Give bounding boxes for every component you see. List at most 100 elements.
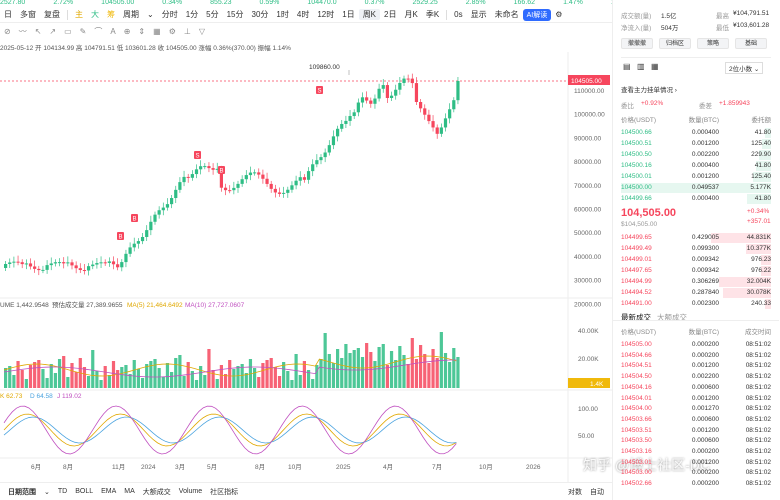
tab-interval[interactable]: 15分 <box>223 9 248 20</box>
toolbar-item[interactable]: 日 <box>0 9 16 20</box>
bid-row-cell: 0.009342 <box>691 267 719 274</box>
scale-option[interactable]: 自动 <box>590 487 604 497</box>
toolbar-item[interactable]: 多窗 <box>16 9 40 20</box>
bid-row-cell: 0.002300 <box>691 300 719 307</box>
tab-interval[interactable]: 分时 <box>158 9 182 20</box>
indicator-item[interactable]: 日期范围 <box>8 487 36 497</box>
panel-button[interactable]: 策略 <box>697 38 729 49</box>
indicator-item[interactable]: 大额成交 <box>143 487 171 497</box>
settings-icon[interactable]: ⚙ <box>551 10 566 19</box>
candle-body <box>439 127 443 134</box>
drawing-tool-icon[interactable]: ▦ <box>153 27 161 36</box>
indicator-item[interactable]: MA <box>124 488 135 495</box>
scale-option[interactable]: 对数 <box>568 487 582 497</box>
candle-body <box>49 263 53 266</box>
toolbar-item[interactable]: 复盘 <box>40 9 64 20</box>
trade-row-cell: 104503.51 <box>621 426 652 434</box>
drawing-tool-icon[interactable]: ⌒ <box>94 26 102 37</box>
indicator-item[interactable]: TD <box>58 488 67 495</box>
volume-bar <box>20 370 24 388</box>
tab-interval[interactable]: 12时 <box>313 9 338 20</box>
volume-bar <box>157 368 161 388</box>
candle-body <box>41 269 45 271</box>
candle-body <box>91 264 95 267</box>
ask-row-cell: 41.80 <box>754 162 771 169</box>
marker-toggle[interactable]: 筹 <box>103 9 119 20</box>
tab-interval[interactable]: 5分 <box>202 9 222 20</box>
bid-row-cell: 104499.01 <box>621 256 652 263</box>
candle-body <box>24 263 28 265</box>
tab-interval[interactable]: 1分 <box>182 9 202 20</box>
drawing-tool-icon[interactable]: 〰 <box>19 26 27 37</box>
toolbar-option[interactable]: 显示 <box>467 9 491 20</box>
tab-interval[interactable]: 月K <box>400 9 421 20</box>
candle-body <box>381 85 385 89</box>
tab-interval[interactable]: 30分 <box>248 9 273 20</box>
candle-body <box>120 262 124 268</box>
tab-interval[interactable]: 4时 <box>293 9 313 20</box>
tab-interval[interactable]: 周K <box>358 9 381 20</box>
toolbar-option[interactable]: 0s <box>450 10 466 19</box>
ai-analysis-button[interactable]: AI解读 <box>522 8 552 21</box>
tab-trades[interactable]: 最新成交 <box>621 312 651 323</box>
trade-row: 104504.00 0.001270 08:51:02 <box>621 404 771 414</box>
trade-row-cell: 104503.00 <box>621 469 652 477</box>
indicator-item[interactable]: BOLL <box>75 488 93 495</box>
ask-row-cell: 104500.51 <box>621 140 652 147</box>
tab-interval[interactable]: 1日 <box>338 9 358 20</box>
tab-interval[interactable]: 1时 <box>272 9 292 20</box>
candle-body <box>406 78 410 80</box>
toolbar-option[interactable]: 未命名 <box>491 9 523 20</box>
marker-toggle[interactable]: 大 <box>87 9 103 20</box>
trade-row-cell: 08:51:02 <box>745 405 771 413</box>
indicator-item[interactable]: EMA <box>101 488 116 495</box>
drawing-tool-icon[interactable]: ▭ <box>64 27 72 36</box>
depth-view-icon[interactable]: ▤ <box>623 62 631 71</box>
main-flow-link[interactable]: 查看主力挂单情况 › <box>621 84 677 94</box>
candle-body <box>190 174 194 178</box>
panel-button[interactable]: 归档区 <box>659 38 691 49</box>
candle-body <box>33 266 37 269</box>
asks-view-icon[interactable]: ▥ <box>637 62 645 71</box>
drawing-tool-icon[interactable]: ↗ <box>49 27 56 36</box>
drawing-tool-icon[interactable]: ⚙ <box>169 27 176 36</box>
high-label: 最高 <box>716 13 729 20</box>
chevron-down-icon[interactable]: ⌄ <box>143 10 158 19</box>
ask-row-cell: 104500.66 <box>621 129 652 136</box>
panel-button[interactable]: 基础 <box>735 38 767 49</box>
last-change: +0.34% <box>747 208 770 215</box>
price-axis-label: 50000.00 <box>574 230 601 237</box>
indicator-item[interactable]: ⌄ <box>44 488 50 496</box>
candlestick-chart[interactable]: 110000.00 100000.00 90000.00 80000.00 70000.… <box>0 52 612 482</box>
period-menu[interactable]: 周期 <box>119 9 143 20</box>
bids-view-icon[interactable]: ▦ <box>651 62 659 71</box>
column-header: 委托额 <box>751 117 772 124</box>
volume-bar <box>99 380 103 388</box>
drawing-tool-icon[interactable]: ⇕ <box>138 27 145 36</box>
ticker-value: 2.85% <box>465 0 486 6</box>
candle-body <box>228 190 232 192</box>
drawing-tool-icon[interactable]: ↖ <box>35 27 42 36</box>
drawing-tool-icon[interactable]: A <box>110 27 115 36</box>
depth-precision-select[interactable]: 2位小数 ⌄ <box>725 62 764 74</box>
trade-row: 104503.66 0.000600 08:51:02 <box>621 415 771 425</box>
trade-row-cell: 08:51:02 <box>745 373 771 381</box>
tab-interval[interactable]: 2日 <box>380 9 400 20</box>
panel-button[interactable]: 撤撤撤 <box>621 38 653 49</box>
tab-interval[interactable]: 季K <box>422 9 443 20</box>
drawing-tool-icon[interactable]: ⊘ <box>4 27 11 36</box>
candle-body <box>178 182 182 190</box>
bid-row-cell: 104499.65 <box>621 234 652 241</box>
ticker-value: 2.72% <box>53 0 74 6</box>
tab-trades[interactable]: 大额成交 <box>657 312 687 323</box>
indicator-item[interactable]: Volume <box>179 488 202 495</box>
indicator-item[interactable]: 社区指标 <box>210 487 238 497</box>
bid-row-cell: 10.377K <box>746 245 771 252</box>
drawing-tool-icon[interactable]: ✎ <box>80 27 87 36</box>
drawing-tool-icon[interactable]: ▽ <box>199 27 205 36</box>
volume-tag-label: 1.4K <box>590 381 604 388</box>
marker-toggle[interactable]: 主 <box>71 9 87 20</box>
drawing-tool-icon[interactable]: ⊥ <box>184 27 191 36</box>
price-axis-label: 60000.00 <box>574 207 601 214</box>
drawing-tool-icon[interactable]: ⊕ <box>124 27 131 36</box>
